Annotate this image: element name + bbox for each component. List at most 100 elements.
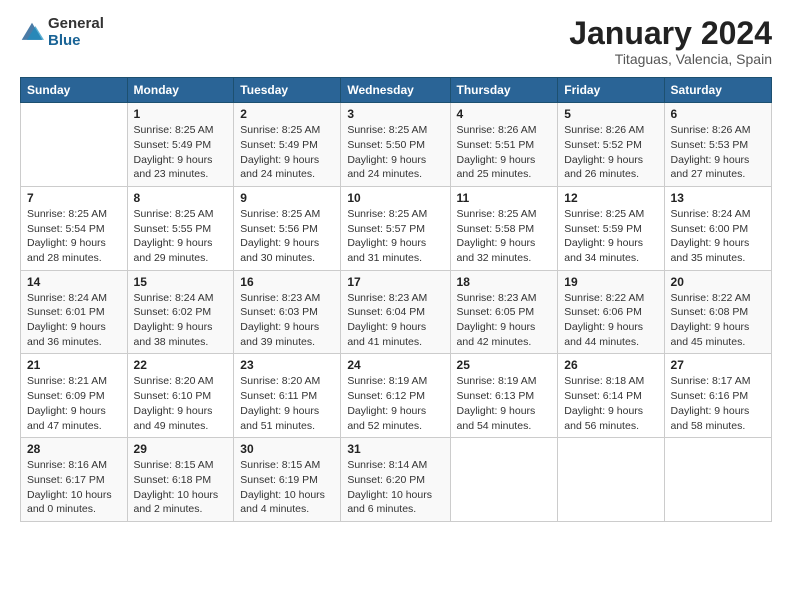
cell-text: Sunrise: 8:26 AMSunset: 5:53 PMDaylight:… (671, 123, 765, 182)
calendar-cell: 19Sunrise: 8:22 AMSunset: 6:06 PMDayligh… (558, 270, 664, 354)
day-number: 10 (347, 191, 443, 205)
calendar-cell: 31 Sunrise: 8:14 AMSunset: 6:20 PMDayligh… (341, 438, 450, 522)
week-row-3: 14 Sunrise: 8:24 AMSunset: 6:01 PMDayligh… (21, 270, 772, 354)
calendar-cell: 13Sunrise: 8:24 AMSunset: 6:00 PMDayligh… (664, 186, 771, 270)
day-number: 9 (240, 191, 334, 205)
cell-text: Sunrise: 8:26 AMSunset: 5:51 PMDaylight:… (457, 123, 552, 182)
calendar-cell: 27 Sunrise: 8:17 AMSunset: 6:16 PMDayligh… (664, 354, 771, 438)
day-number: 31 (347, 442, 443, 456)
calendar-cell: 5Sunrise: 8:26 AMSunset: 5:52 PMDaylight… (558, 103, 664, 187)
col-header-tuesday: Tuesday (234, 78, 341, 103)
calendar-cell: 17 Sunrise: 8:23 AMSunset: 6:04 PMDayligh… (341, 270, 450, 354)
calendar-cell: 3Sunrise: 8:25 AMSunset: 5:50 PMDaylight… (341, 103, 450, 187)
cell-text: Sunrise: 8:17 AMSunset: 6:16 PMDaylight:… (671, 374, 765, 433)
logo-blue: Blue (48, 33, 104, 50)
calendar-cell: 22 Sunrise: 8:20 AMSunset: 6:10 PMDayligh… (127, 354, 234, 438)
day-number: 22 (134, 358, 228, 372)
logo-text: General Blue (48, 16, 104, 49)
day-number: 4 (457, 107, 552, 121)
day-number: 19 (564, 275, 657, 289)
cell-text: Sunrise: 8:21 AMSunset: 6:09 PMDaylight:… (27, 374, 121, 433)
day-number: 1 (134, 107, 228, 121)
title-block: January 2024 Titaguas, Valencia, Spain (569, 16, 772, 67)
page: General Blue January 2024 Titaguas, Vale… (0, 0, 792, 612)
calendar-cell (450, 438, 558, 522)
calendar-cell: 18 Sunrise: 8:23 AMSunset: 6:05 PMDayligh… (450, 270, 558, 354)
day-number: 2 (240, 107, 334, 121)
day-number: 17 (347, 275, 443, 289)
day-number: 8 (134, 191, 228, 205)
cell-text: Sunrise: 8:24 AMSunset: 6:01 PMDaylight:… (27, 291, 121, 350)
day-number: 26 (564, 358, 657, 372)
col-header-wednesday: Wednesday (341, 78, 450, 103)
calendar-cell: 25 Sunrise: 8:19 AMSunset: 6:13 PMDayligh… (450, 354, 558, 438)
logo-general: General (48, 16, 104, 33)
week-row-5: 28 Sunrise: 8:16 AMSunset: 6:17 PMDayligh… (21, 438, 772, 522)
cell-text: Sunrise: 8:25 AMSunset: 5:55 PMDaylight:… (134, 207, 228, 266)
day-number: 28 (27, 442, 121, 456)
header: General Blue January 2024 Titaguas, Vale… (20, 16, 772, 67)
cell-text: Sunrise: 8:25 AMSunset: 5:50 PMDaylight:… (347, 123, 443, 182)
cell-text: Sunrise: 8:25 AMSunset: 5:58 PMDaylight:… (457, 207, 552, 266)
cell-text: Sunrise: 8:16 AMSunset: 6:17 PMDaylight:… (27, 458, 121, 517)
cell-text: Sunrise: 8:19 AMSunset: 6:13 PMDaylight:… (457, 374, 552, 433)
day-number: 5 (564, 107, 657, 121)
cell-text: Sunrise: 8:22 AMSunset: 6:08 PMDaylight:… (671, 291, 765, 350)
calendar-cell: 12Sunrise: 8:25 AMSunset: 5:59 PMDayligh… (558, 186, 664, 270)
calendar-cell: 4 Sunrise: 8:26 AMSunset: 5:51 PMDaylight… (450, 103, 558, 187)
day-number: 16 (240, 275, 334, 289)
calendar-cell (558, 438, 664, 522)
day-number: 18 (457, 275, 552, 289)
main-title: January 2024 (569, 16, 772, 51)
day-number: 21 (27, 358, 121, 372)
calendar-cell: 6Sunrise: 8:26 AMSunset: 5:53 PMDaylight… (664, 103, 771, 187)
calendar-cell: 7 Sunrise: 8:25 AMSunset: 5:54 PMDaylight… (21, 186, 128, 270)
day-number: 14 (27, 275, 121, 289)
day-number: 23 (240, 358, 334, 372)
cell-text: Sunrise: 8:25 AMSunset: 5:49 PMDaylight:… (240, 123, 334, 182)
calendar-cell: 20 Sunrise: 8:22 AMSunset: 6:08 PMDayligh… (664, 270, 771, 354)
calendar-cell: 15 Sunrise: 8:24 AMSunset: 6:02 PMDayligh… (127, 270, 234, 354)
calendar-cell (21, 103, 128, 187)
calendar-cell: 14 Sunrise: 8:24 AMSunset: 6:01 PMDayligh… (21, 270, 128, 354)
day-number: 27 (671, 358, 765, 372)
cell-text: Sunrise: 8:24 AMSunset: 6:02 PMDaylight:… (134, 291, 228, 350)
calendar-cell: 24 Sunrise: 8:19 AMSunset: 6:12 PMDayligh… (341, 354, 450, 438)
calendar-cell: 30Sunrise: 8:15 AMSunset: 6:19 PMDayligh… (234, 438, 341, 522)
day-number: 15 (134, 275, 228, 289)
cell-text: Sunrise: 8:25 AMSunset: 5:49 PMDaylight:… (134, 123, 228, 182)
cell-text: Sunrise: 8:25 AMSunset: 5:54 PMDaylight:… (27, 207, 121, 266)
logo-icon (20, 21, 44, 45)
day-number: 7 (27, 191, 121, 205)
calendar-cell: 11 Sunrise: 8:25 AMSunset: 5:58 PMDayligh… (450, 186, 558, 270)
week-row-2: 7 Sunrise: 8:25 AMSunset: 5:54 PMDaylight… (21, 186, 772, 270)
cell-text: Sunrise: 8:23 AMSunset: 6:04 PMDaylight:… (347, 291, 443, 350)
cell-text: Sunrise: 8:15 AMSunset: 6:19 PMDaylight:… (240, 458, 334, 517)
day-number: 11 (457, 191, 552, 205)
cell-text: Sunrise: 8:23 AMSunset: 6:03 PMDaylight:… (240, 291, 334, 350)
cell-text: Sunrise: 8:20 AMSunset: 6:10 PMDaylight:… (134, 374, 228, 433)
calendar-cell: 26 Sunrise: 8:18 AMSunset: 6:14 PMDayligh… (558, 354, 664, 438)
cell-text: Sunrise: 8:25 AMSunset: 5:57 PMDaylight:… (347, 207, 443, 266)
calendar-cell: 10 Sunrise: 8:25 AMSunset: 5:57 PMDayligh… (341, 186, 450, 270)
col-header-friday: Friday (558, 78, 664, 103)
col-header-thursday: Thursday (450, 78, 558, 103)
day-number: 29 (134, 442, 228, 456)
cell-text: Sunrise: 8:14 AMSunset: 6:20 PMDaylight:… (347, 458, 443, 517)
cell-text: Sunrise: 8:18 AMSunset: 6:14 PMDaylight:… (564, 374, 657, 433)
cell-text: Sunrise: 8:20 AMSunset: 6:11 PMDaylight:… (240, 374, 334, 433)
calendar: SundayMondayTuesdayWednesdayThursdayFrid… (20, 77, 772, 522)
day-number: 25 (457, 358, 552, 372)
calendar-cell (664, 438, 771, 522)
day-number: 20 (671, 275, 765, 289)
day-number: 24 (347, 358, 443, 372)
col-header-sunday: Sunday (21, 78, 128, 103)
logo: General Blue (20, 16, 104, 49)
cell-text: Sunrise: 8:23 AMSunset: 6:05 PMDaylight:… (457, 291, 552, 350)
calendar-cell: 16 Sunrise: 8:23 AMSunset: 6:03 PMDayligh… (234, 270, 341, 354)
cell-text: Sunrise: 8:25 AMSunset: 5:59 PMDaylight:… (564, 207, 657, 266)
cell-text: Sunrise: 8:19 AMSunset: 6:12 PMDaylight:… (347, 374, 443, 433)
calendar-cell: 8 Sunrise: 8:25 AMSunset: 5:55 PMDaylight… (127, 186, 234, 270)
cell-text: Sunrise: 8:24 AMSunset: 6:00 PMDaylight:… (671, 207, 765, 266)
cell-text: Sunrise: 8:15 AMSunset: 6:18 PMDaylight:… (134, 458, 228, 517)
